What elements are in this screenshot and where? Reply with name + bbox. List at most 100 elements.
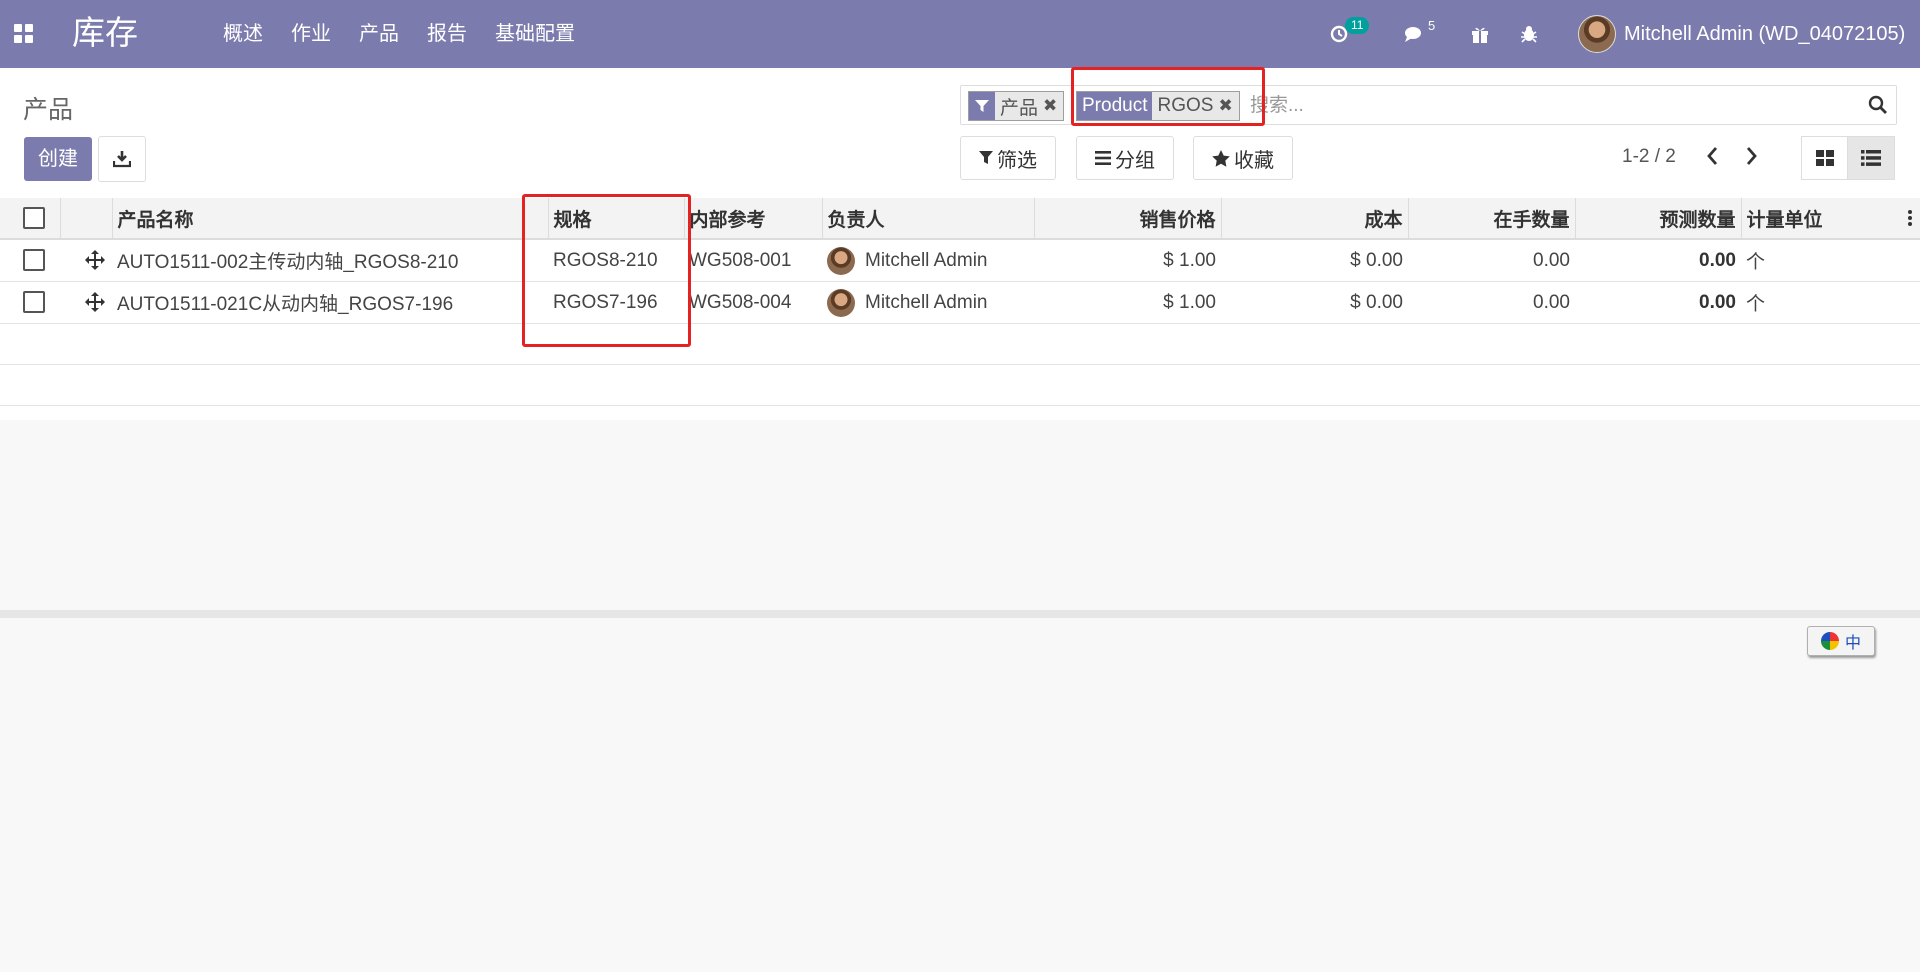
menu-item-reporting[interactable]: 报告 [427,20,467,48]
table-header-row: 产品名称 规格 内部参考 负责人 销售价格 成本 在手数量 预测数量 计量单位 [0,198,1920,240]
search-facet-product[interactable]: Product RGOS ✖ [1076,91,1240,121]
column-header-uom-label: 计量单位 [1746,209,1823,231]
column-header-responsible[interactable]: 负责人 [822,198,1035,240]
gift-icon [1472,27,1488,43]
filters-button[interactable]: 筛选 [960,136,1056,180]
list-icon [1861,150,1881,166]
cell-uom: 个 [1741,239,1920,282]
breadcrumb: 产品 [23,96,74,124]
empty-row [0,364,1920,406]
cell-sales-price: $ 1.00 [1034,281,1221,324]
cell-sales-price: $ 1.00 [1034,239,1221,282]
messages-count: 5 [1428,18,1436,33]
cell-spec: RGOS8-210 [548,239,684,282]
user-menu[interactable]: Mitchell Admin (WD_04072105) [1578,14,1905,54]
cell-spec: RGOS7-196 [548,281,684,324]
column-header-sales-price[interactable]: 销售价格 [1034,198,1222,240]
column-header-spec[interactable]: 规格 [548,198,685,240]
cell-responsible: Mitchell Admin [822,281,1034,324]
select-all-header [0,198,61,240]
facet-value: RGOS [1157,95,1214,116]
export-button[interactable] [98,136,146,182]
cell-forecast: 0.00 [1575,281,1741,324]
download-icon [113,151,131,168]
cell-forecast: 0.00 [1575,239,1741,282]
control-panel: 产品 创建 产品 ✖ Product RGOS ✖ [0,68,1920,199]
column-header-uom[interactable]: 计量单位 [1741,198,1920,240]
kanban-icon [1816,150,1834,166]
list-view-button[interactable] [1847,136,1895,180]
pager-previous-icon[interactable] [1706,146,1718,172]
user-avatar [1578,15,1616,53]
list-view: 产品名称 规格 内部参考 负责人 销售价格 成本 在手数量 预测数量 计量单位 [0,198,1920,618]
cell-responsible: Mitchell Admin [822,239,1034,282]
facet-value: 产品 [1000,97,1039,119]
cell-uom: 个 [1741,281,1920,324]
column-header-internal-ref[interactable]: 内部参考 [684,198,823,240]
create-button[interactable]: 创建 [24,137,92,181]
cell-cost: $ 0.00 [1221,281,1408,324]
row-checkbox[interactable] [23,291,45,314]
cell-on-hand: 0.00 [1408,281,1575,324]
pager-next-icon[interactable] [1746,146,1758,172]
empty-row [0,323,1920,365]
cell-name: AUTO1511-021C从动内轴_RGOS7-196 [112,281,548,324]
responsible-name: Mitchell Admin [865,249,988,271]
filter-icon [979,151,993,164]
gift-button[interactable] [1470,18,1490,50]
row-handle-cell [60,281,112,324]
star-icon [1212,149,1230,167]
messages-button[interactable]: 5 [1404,18,1435,50]
ime-toolbar[interactable]: 中 [1807,626,1875,656]
cell-internal-ref: WG508-001 [684,239,822,282]
search-icon[interactable] [1868,95,1888,120]
handle-header [60,198,113,240]
comments-icon [1405,27,1421,42]
facet-field-label: Product [1077,92,1153,120]
filter-icon [969,92,995,120]
search-facet-filter[interactable]: 产品 ✖ [968,91,1065,121]
facet-remove-icon[interactable]: ✖ [1043,92,1063,120]
row-checkbox[interactable] [23,249,45,272]
cell-name: AUTO1511-002主传动内轴_RGOS8-210 [112,239,548,282]
menu-item-operations[interactable]: 作业 [291,20,331,48]
facet-remove-icon[interactable]: ✖ [1218,92,1238,120]
app-title[interactable]: 库存 [72,13,138,53]
search-input[interactable] [1248,92,1812,120]
menu-item-configuration[interactable]: 基础配置 [495,20,575,48]
activity-button[interactable]: 11 [1330,17,1370,50]
groupby-button[interactable]: 分组 [1076,136,1174,180]
optional-columns-icon[interactable] [1907,210,1912,226]
column-header-cost[interactable]: 成本 [1221,198,1409,240]
ime-mode-label: 中 [1844,635,1861,652]
table-row[interactable]: AUTO1511-021C从动内轴_RGOS7-196 RGOS7-196 WG… [0,281,1920,324]
cell-internal-ref: WG508-004 [684,281,822,324]
activity-count-badge: 11 [1345,17,1370,34]
list-footer [0,610,1920,618]
row-select-cell [0,281,60,324]
bug-icon [1521,26,1537,43]
top-navbar: 库存 概述 作业 产品 报告 基础配置 11 5 Mitchell Admin … [0,0,1920,68]
select-all-checkbox[interactable] [23,206,45,229]
apps-menu-icon[interactable] [14,24,34,44]
ime-logo-icon [1820,632,1839,650]
row-select-cell [0,239,60,282]
debug-button[interactable] [1520,18,1538,50]
favorites-button[interactable]: 收藏 [1193,136,1293,180]
pager-value[interactable]: 1-2 / 2 [1622,146,1676,168]
kanban-view-button[interactable] [1801,136,1849,180]
responsible-avatar [827,246,855,275]
drag-handle-icon[interactable] [85,292,105,313]
column-header-on-hand[interactable]: 在手数量 [1408,198,1576,240]
favorites-label: 收藏 [1234,149,1274,172]
column-header-forecast[interactable]: 预测数量 [1575,198,1742,240]
bars-icon [1095,151,1111,165]
table-row[interactable]: AUTO1511-002主传动内轴_RGOS8-210 RGOS8-210 WG… [0,239,1920,282]
menu-item-overview[interactable]: 概述 [223,20,263,48]
menu-item-products[interactable]: 产品 [359,20,399,48]
filters-label: 筛选 [997,149,1037,172]
column-header-name[interactable]: 产品名称 [112,198,549,240]
groupby-label: 分组 [1115,149,1155,172]
main-menu: 概述 作业 产品 报告 基础配置 [223,20,603,48]
drag-handle-icon[interactable] [85,250,105,271]
